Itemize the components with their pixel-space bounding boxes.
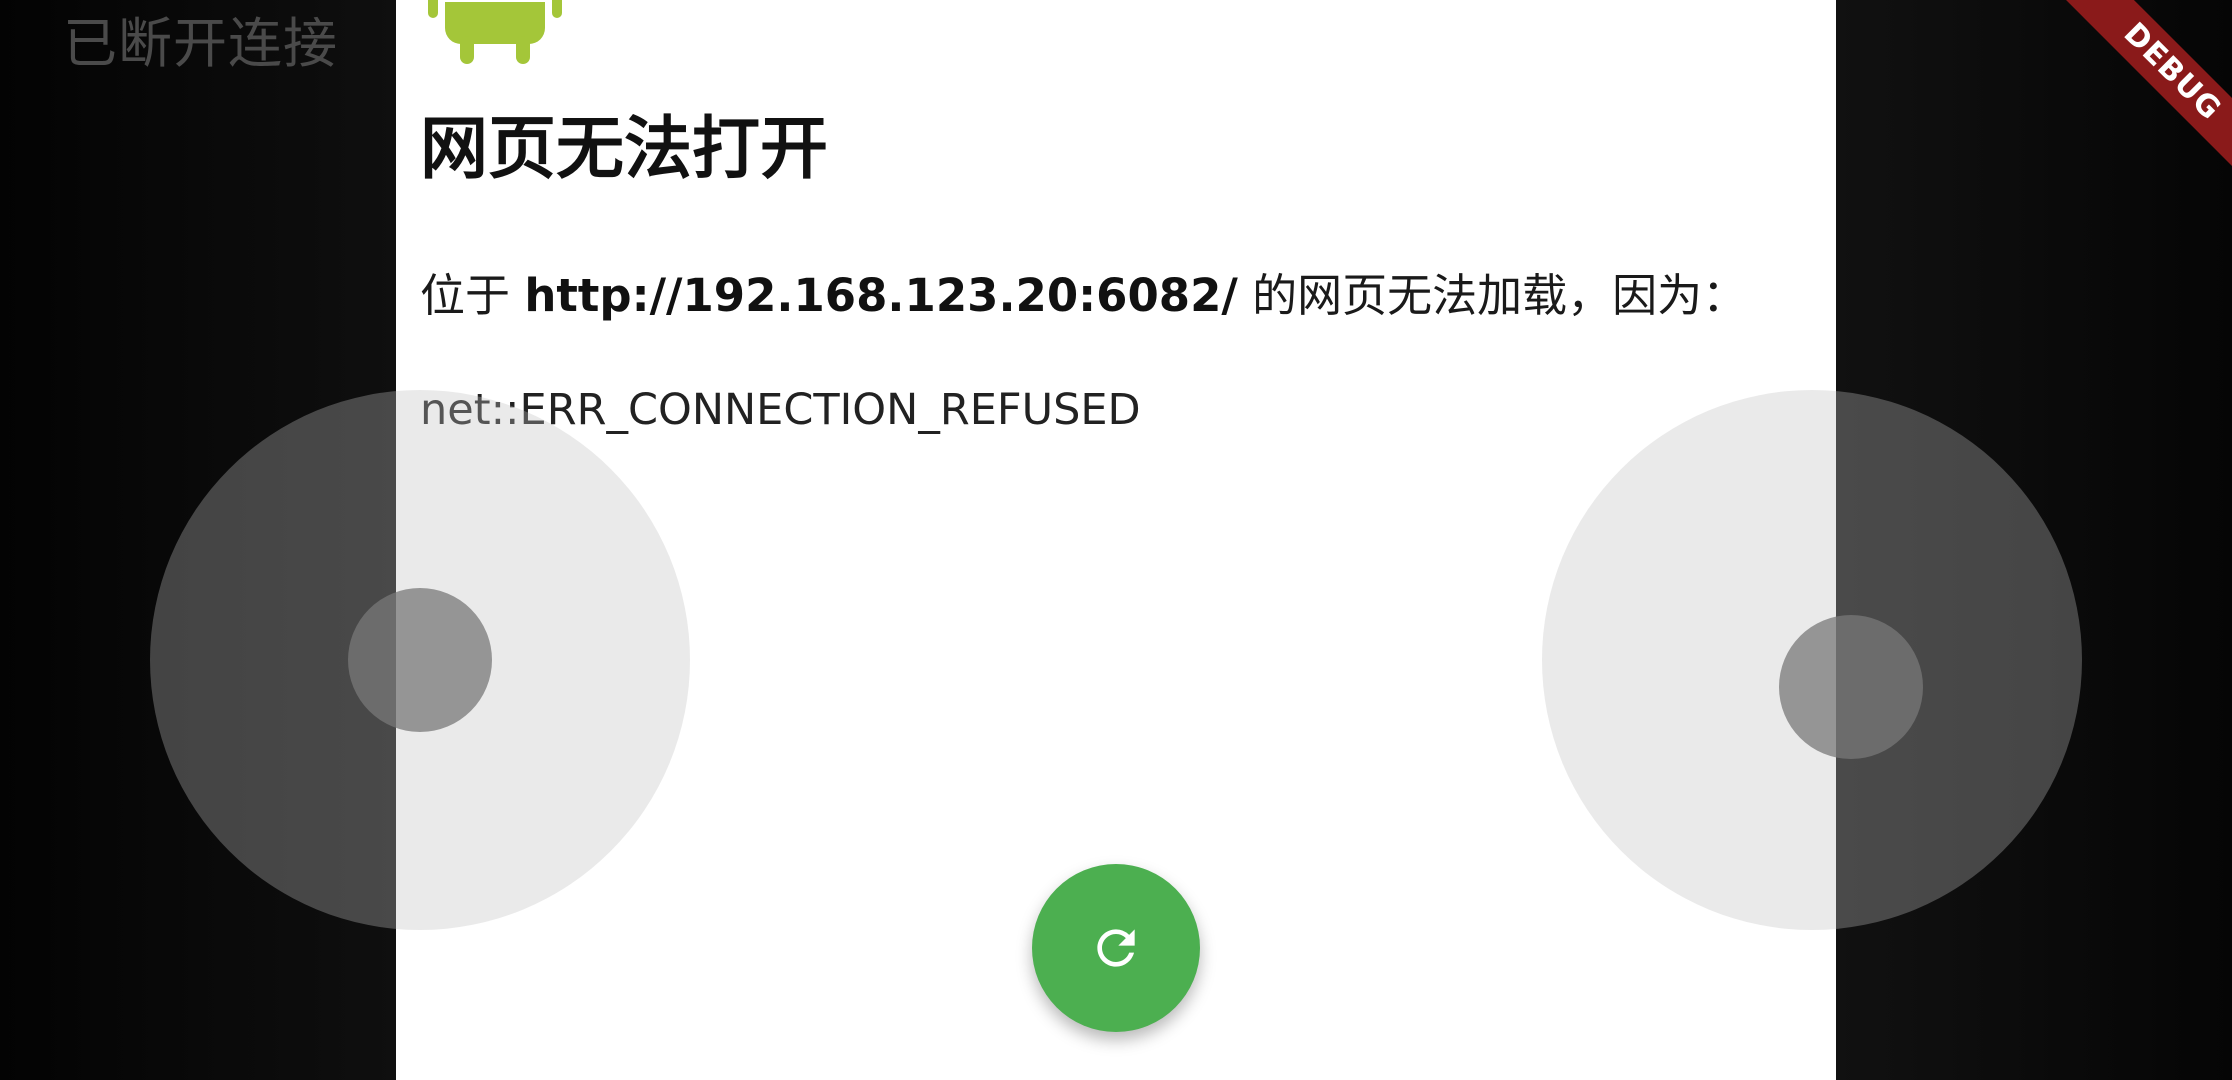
error-title: 网页无法打开 — [420, 110, 829, 189]
refresh-button[interactable] — [1032, 864, 1200, 1032]
right-joystick-knob[interactable] — [1779, 615, 1923, 759]
error-desc-suffix: 的网页无法加载，因为： — [1252, 269, 1748, 322]
connection-status: 已断开连接 — [63, 12, 338, 75]
error-desc-prefix: 位于 — [420, 269, 511, 322]
left-joystick-knob[interactable] — [348, 588, 492, 732]
refresh-icon — [1097, 929, 1135, 967]
android-robot-icon — [428, 0, 562, 64]
error-description: 位于 http://192.168.123.20:6082/ 的网页无法加载，因… — [420, 266, 1747, 326]
error-url: http://192.168.123.20:6082/ — [524, 269, 1238, 322]
